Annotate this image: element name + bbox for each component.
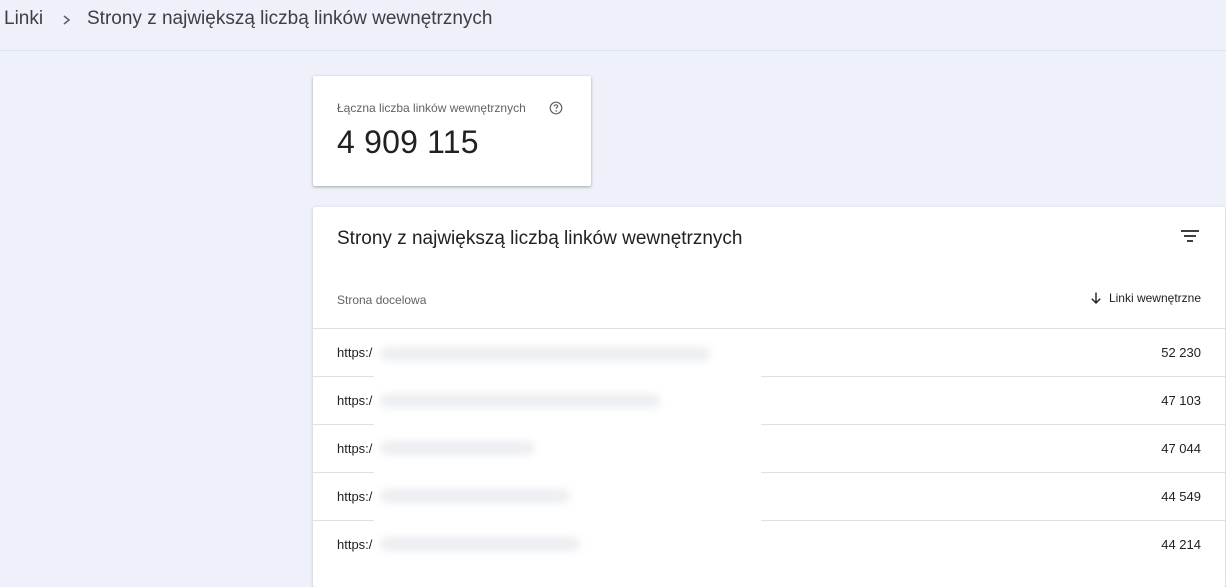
row-links-count: 44 549	[1161, 489, 1201, 504]
filter-icon[interactable]	[1179, 225, 1201, 247]
arrow-down-icon	[1091, 292, 1101, 304]
row-url[interactable]: https:/	[337, 345, 372, 360]
row-links-count: 47 103	[1161, 393, 1201, 408]
help-circle-icon[interactable]	[549, 101, 563, 115]
row-url[interactable]: https:/	[337, 441, 372, 456]
total-links-label: Łączna liczba linków wewnętrznych	[337, 101, 526, 115]
total-links-value: 4 909 115	[337, 124, 479, 160]
breadcrumb-current: Strony z największą liczbą linków wewnęt…	[87, 8, 493, 29]
table-title: Strony z największą liczbą linków wewnęt…	[337, 228, 743, 249]
row-url[interactable]: https:/	[337, 393, 372, 408]
chevron-right-icon	[63, 15, 71, 25]
column-header-target-page[interactable]: Strona docelowa	[337, 293, 426, 307]
row-url[interactable]: https:/	[337, 489, 372, 504]
row-url[interactable]: https:/	[337, 537, 372, 552]
row-links-count: 44 214	[1161, 537, 1201, 552]
redacted-url-blur	[380, 441, 535, 455]
row-links-count: 52 230	[1161, 345, 1201, 360]
top-bar: Linki Strony z największą liczbą linków …	[0, 0, 1226, 51]
redaction-overlay	[374, 344, 761, 563]
column-header-internal-links[interactable]: Linki wewnętrzne	[1089, 291, 1201, 305]
row-links-count: 47 044	[1161, 441, 1201, 456]
redacted-url-blur	[380, 489, 570, 503]
redacted-url-blur	[380, 394, 660, 408]
total-links-card: Łączna liczba linków wewnętrznych 4 909 …	[313, 76, 591, 186]
redacted-url-blur	[380, 347, 710, 361]
redacted-url-blur	[380, 537, 580, 551]
internal-links-header-label: Linki wewnętrzne	[1108, 291, 1201, 305]
breadcrumb-root-link[interactable]: Linki	[4, 8, 43, 30]
